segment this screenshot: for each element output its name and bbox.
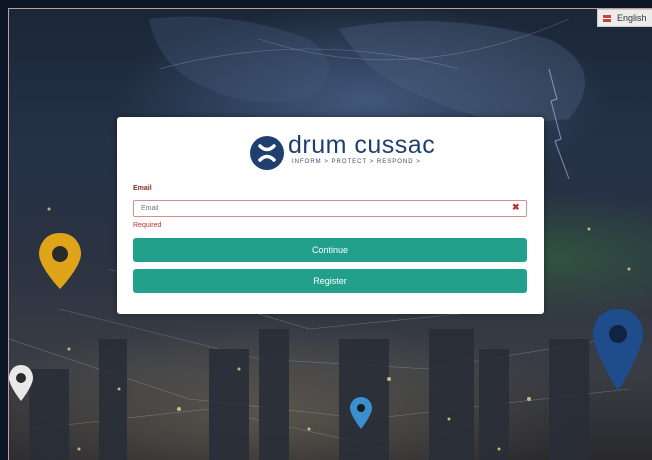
login-card: drum cussac INFORM > PROTECT > RESPOND >… (117, 117, 544, 314)
brand-tagline: INFORM > PROTECT > RESPOND > (292, 158, 421, 165)
email-label: Email (133, 185, 152, 192)
language-label: English (617, 13, 647, 23)
register-button[interactable]: Register (133, 269, 527, 293)
language-selector[interactable]: English (597, 9, 652, 27)
map-pin-yellow-icon (39, 233, 81, 289)
x-logo-icon (250, 136, 284, 170)
continue-button[interactable]: Continue (133, 238, 527, 262)
logo: drum cussac INFORM > PROTECT > RESPOND > (250, 130, 436, 171)
brand-name: drum cussac (288, 130, 436, 159)
flag-icon (603, 14, 611, 22)
email-field[interactable] (133, 200, 527, 217)
close-icon[interactable]: ✖ (512, 202, 520, 213)
map-pin-blue-icon (593, 309, 643, 391)
email-error-text: Required (133, 222, 162, 229)
